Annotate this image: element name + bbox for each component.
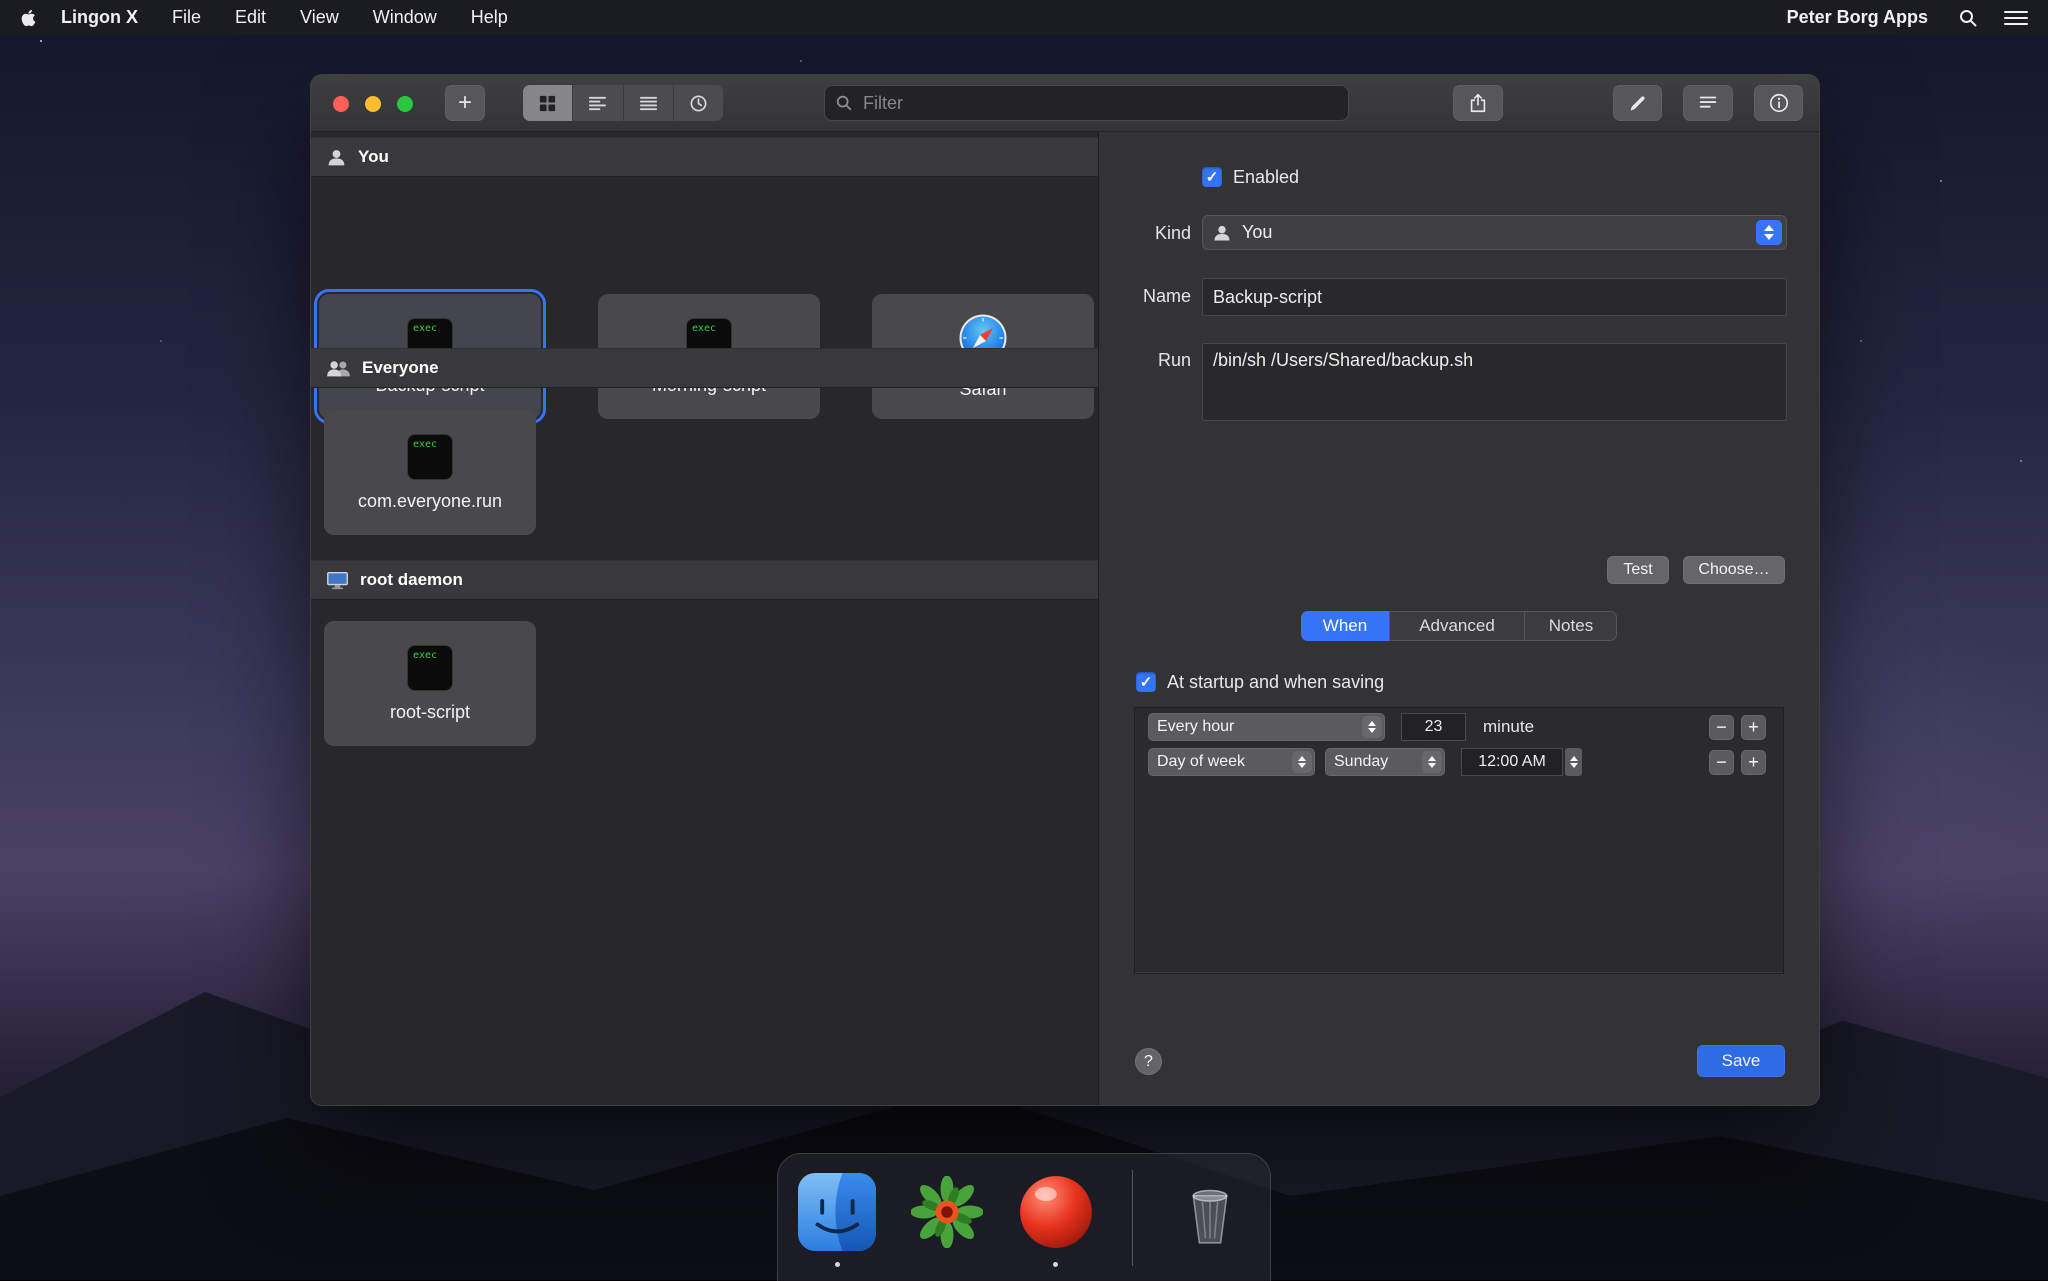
kind-label: Kind — [1099, 223, 1191, 244]
menu-window[interactable]: Window — [373, 7, 437, 28]
day-value: Sunday — [1325, 753, 1419, 771]
spotlight-search-icon[interactable] — [1958, 8, 1978, 28]
when-advanced-notes-tabs: When Advanced Notes — [1301, 611, 1617, 641]
dock — [777, 1153, 1271, 1281]
job-tile-label: root-script — [390, 702, 470, 723]
finder-dock-icon[interactable] — [798, 1173, 876, 1256]
section-header-root-daemon: root daemon — [311, 560, 1098, 600]
schedule-view-icon[interactable] — [674, 85, 723, 121]
popup-arrows-icon — [1362, 716, 1382, 738]
window-toolbar: + — [311, 75, 1819, 132]
interval-value: Every hour — [1148, 718, 1359, 736]
choose-button[interactable]: Choose… — [1683, 556, 1785, 584]
add-schedule-button[interactable]: + — [1741, 715, 1766, 740]
day-popup[interactable]: Sunday — [1325, 748, 1445, 776]
tab-advanced[interactable]: Advanced — [1390, 611, 1525, 641]
help-button[interactable]: ? — [1135, 1048, 1162, 1075]
list-view-icon[interactable] — [573, 85, 623, 121]
person-icon — [326, 147, 347, 168]
popup-arrows-icon — [1292, 751, 1312, 773]
name-field[interactable] — [1202, 278, 1787, 316]
lingon-ball-dock-icon[interactable] — [1017, 1173, 1095, 1256]
section-title: Everyone — [362, 358, 439, 378]
run-field[interactable] — [1202, 343, 1787, 421]
minute-value-field[interactable]: 23 — [1401, 713, 1466, 741]
menu-file[interactable]: File — [172, 7, 201, 28]
stars — [40, 40, 42, 42]
time-stepper[interactable] — [1565, 748, 1582, 776]
save-button[interactable]: Save — [1697, 1045, 1785, 1077]
enabled-label: Enabled — [1233, 167, 1299, 188]
option-row-startup: At startup and when saving — [1136, 669, 1384, 695]
detail-view-icon[interactable] — [624, 85, 674, 121]
close-button[interactable] — [333, 96, 349, 112]
zoom-button[interactable] — [397, 96, 413, 112]
popup-arrows-icon — [1422, 751, 1442, 773]
menu-view[interactable]: View — [300, 7, 339, 28]
frequency-value: Day of week — [1148, 753, 1289, 771]
menu-help[interactable]: Help — [471, 7, 508, 28]
filter-input[interactable] — [824, 85, 1349, 121]
menu-edit[interactable]: Edit — [235, 7, 266, 28]
popup-arrows-icon — [1756, 220, 1782, 245]
grid-view-icon[interactable] — [523, 85, 573, 121]
section-header-everyone: Everyone — [311, 348, 1098, 388]
minimize-button[interactable] — [365, 96, 381, 112]
frequency-popup[interactable]: Day of week — [1148, 748, 1315, 776]
option-label: At startup and when saving — [1167, 672, 1384, 693]
add-schedule-button[interactable]: + — [1741, 750, 1766, 775]
name-label: Name — [1099, 286, 1191, 307]
menu-bar: Lingon X File Edit View Window Help Pete… — [0, 0, 2048, 35]
time-field[interactable]: 12:00 AM — [1461, 748, 1563, 776]
edit-pencil-button[interactable] — [1613, 85, 1662, 121]
flower-app-dock-icon[interactable] — [911, 1176, 983, 1253]
startup-checkbox[interactable] — [1136, 672, 1156, 692]
unit-label: minute — [1483, 713, 1534, 741]
menu-app-name[interactable]: Lingon X — [61, 7, 138, 28]
interval-popup[interactable]: Every hour — [1148, 713, 1385, 741]
schedule-row-2: Day of week Sunday 12:00 AM − + — [1135, 748, 1783, 777]
section-title: You — [358, 147, 389, 167]
kind-popup[interactable]: You — [1202, 215, 1787, 250]
people-icon — [326, 358, 351, 379]
trash-dock-icon[interactable] — [1172, 1173, 1248, 1254]
info-button[interactable] — [1754, 85, 1803, 121]
schedule-list: Every hour 23 minute − + Day of week Sun… — [1134, 707, 1784, 974]
kind-value: You — [1232, 222, 1752, 243]
remove-schedule-button[interactable]: − — [1709, 750, 1734, 775]
tab-notes[interactable]: Notes — [1525, 611, 1617, 641]
apple-menu-icon[interactable] — [20, 8, 37, 28]
add-job-button[interactable]: + — [445, 85, 485, 121]
job-tile-label: com.everyone.run — [358, 491, 502, 512]
test-button[interactable]: Test — [1607, 556, 1669, 584]
job-tile-root-script[interactable]: exec root-script — [324, 621, 536, 746]
log-list-button[interactable] — [1683, 85, 1733, 121]
enabled-row: Enabled — [1202, 164, 1299, 190]
tab-when[interactable]: When — [1301, 611, 1390, 641]
schedule-row-1: Every hour 23 minute − + — [1135, 713, 1783, 742]
finder-running-indicator — [835, 1262, 840, 1267]
remove-schedule-button[interactable]: − — [1709, 715, 1734, 740]
exec-script-icon: exec — [407, 434, 453, 480]
menu-right-text: Peter Borg Apps — [1787, 7, 1928, 28]
job-list-panel: You exec Backup-script exec Morning-scri… — [311, 132, 1099, 1105]
person-icon — [1212, 223, 1232, 243]
run-label: Run — [1099, 350, 1191, 371]
lingon-x-window: + — [310, 74, 1820, 1106]
menu-list-icon[interactable] — [2004, 10, 2028, 26]
enabled-checkbox[interactable] — [1202, 167, 1222, 187]
job-detail-panel: Enabled Kind You Name Run Test Choose… W… — [1099, 132, 1819, 1105]
section-title: root daemon — [360, 570, 463, 590]
computer-icon — [326, 571, 349, 590]
dock-divider — [1132, 1170, 1133, 1266]
section-header-you: You — [311, 137, 1098, 177]
lingon-running-indicator — [1053, 1262, 1058, 1267]
exec-script-icon: exec — [407, 645, 453, 691]
filter-magnifier-icon — [835, 94, 853, 117]
share-button[interactable] — [1453, 85, 1503, 121]
view-mode-segmented-control — [523, 85, 723, 121]
job-tile-com-everyone-run[interactable]: exec com.everyone.run — [324, 410, 536, 535]
